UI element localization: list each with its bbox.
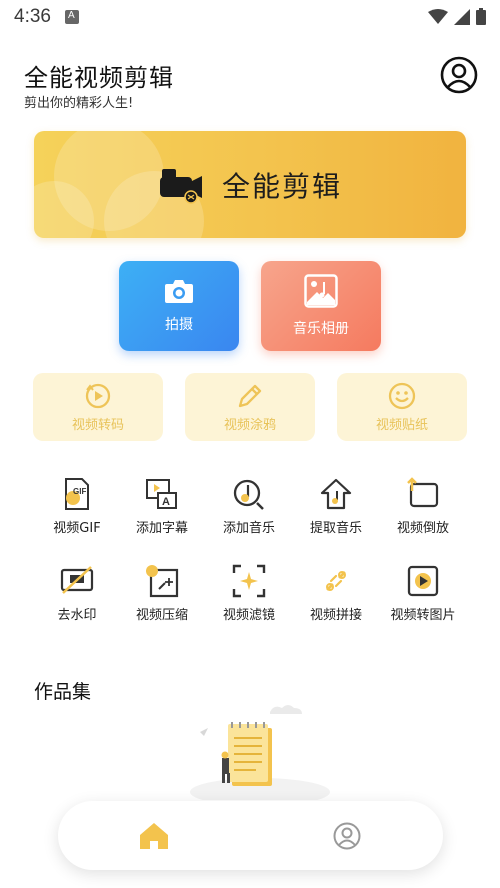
sticker-label: 视频贴纸 — [375, 417, 428, 433]
tool-extract-music[interactable]: 提取音乐 — [291, 477, 381, 536]
tool-add-subtitle[interactable]: A 添加字幕 — [117, 477, 207, 536]
tool-label: 视频滤镜 — [222, 608, 275, 623]
smiley-icon — [388, 382, 416, 409]
transcode-button[interactable]: 视频转码 — [33, 373, 163, 441]
tool-add-music[interactable]: 添加音乐 — [204, 477, 294, 536]
camera-icon — [165, 280, 193, 303]
tool-label: 添加音乐 — [222, 521, 275, 536]
status-indicators — [428, 8, 486, 25]
tool-compress[interactable]: 视频压缩 — [117, 564, 207, 623]
transcode-icon — [85, 383, 111, 408]
pencil-icon — [238, 384, 262, 407]
compress-icon — [146, 565, 179, 598]
tool-label: 视频转图片 — [390, 608, 456, 623]
add-music-icon — [233, 479, 264, 510]
shoot-label: 拍摄 — [165, 317, 193, 333]
status-time: 4:36 — [14, 6, 51, 27]
video-camera-icon — [159, 168, 202, 204]
tool-label: 添加字幕 — [135, 521, 188, 536]
app-subtitle: 剪出你的精彩人生! — [24, 96, 134, 111]
svg-text:A: A — [162, 496, 170, 508]
user-icon — [333, 822, 361, 849]
music-album-icon — [304, 274, 338, 308]
works-section-title: 作品集 — [34, 681, 92, 703]
gif-icon: GIF — [65, 478, 89, 510]
doodle-label: 视频涂鸦 — [223, 417, 276, 433]
notification-app-icon — [64, 10, 79, 24]
tool-label: 视频倒放 — [396, 521, 449, 536]
home-icon — [140, 822, 169, 849]
hero-edit-banner[interactable]: 全能剪辑 — [34, 131, 466, 238]
signal-icon — [454, 8, 470, 25]
tool-reverse[interactable]: 视频倒放 — [378, 477, 468, 536]
extract-music-icon — [320, 478, 352, 510]
tool-video-gif[interactable]: GIF 视频GIF — [32, 477, 122, 536]
tool-label: 提取音乐 — [309, 521, 362, 536]
tool-label: 视频压缩 — [135, 608, 188, 623]
watermark-icon — [60, 566, 94, 594]
shoot-button[interactable]: 拍摄 — [119, 261, 239, 351]
empty-works-illustration — [190, 705, 330, 800]
subtitle-icon: A — [146, 479, 177, 509]
wifi-icon — [428, 8, 448, 24]
nav-profile[interactable] — [327, 816, 367, 856]
filter-icon — [232, 564, 266, 598]
nav-home[interactable] — [134, 816, 174, 856]
app-title: 全能视频剪辑 — [24, 64, 174, 92]
sticker-button[interactable]: 视频贴纸 — [337, 373, 467, 441]
video-to-image-icon — [407, 565, 439, 597]
doodle-button[interactable]: 视频涂鸦 — [185, 373, 315, 441]
user-icon — [440, 56, 478, 94]
tool-label: 去水印 — [57, 608, 97, 623]
status-bar: 4:36 — [0, 0, 500, 34]
battery-icon — [476, 8, 486, 25]
reverse-icon — [407, 477, 439, 508]
music-album-label: 音乐相册 — [293, 321, 349, 337]
bottom-navigation — [58, 801, 443, 870]
transcode-label: 视频转码 — [71, 417, 124, 433]
tool-filter[interactable]: 视频滤镜 — [204, 564, 294, 623]
hero-label: 全能剪辑 — [221, 169, 342, 203]
profile-button[interactable] — [440, 56, 478, 94]
tool-splice[interactable]: 视频拼接 — [291, 564, 381, 623]
svg-text:GIF: GIF — [73, 487, 86, 496]
tool-label: 视频拼接 — [309, 608, 362, 623]
music-album-button[interactable]: 音乐相册 — [261, 261, 381, 351]
splice-icon — [326, 571, 346, 591]
tool-label: 视频GIF — [53, 521, 101, 536]
tool-remove-watermark[interactable]: 去水印 — [32, 564, 122, 623]
tool-video-to-image[interactable]: 视频转图片 — [378, 564, 468, 623]
